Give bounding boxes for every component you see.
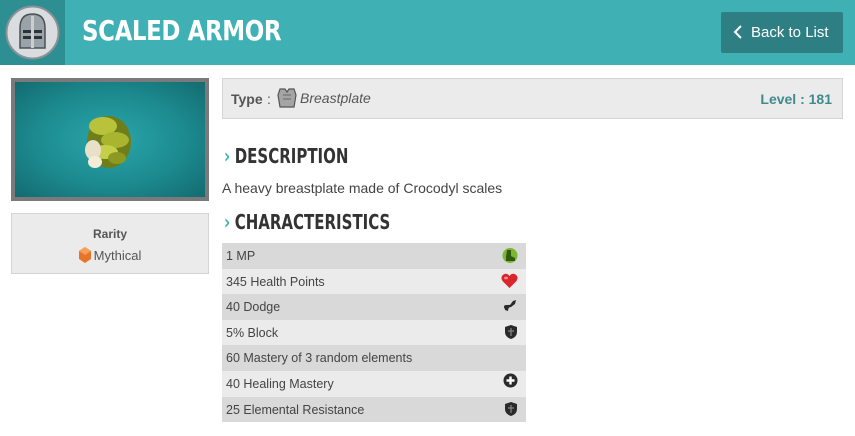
characteristic-row: 1 MP [222,243,526,269]
characteristics-heading-text: Characteristics [234,210,391,234]
type-label: Type [231,91,263,107]
characteristic-row: 345 Health Points [222,268,526,295]
item-image [15,82,205,197]
characteristic-row: 40 Dodge [222,294,526,320]
back-to-list-button[interactable]: Back to List [721,12,843,53]
characteristic-text: 5% Block [226,325,279,340]
helmet-badge [0,0,65,65]
characteristic-text: 1 MP [226,249,256,263]
scaled-breastplate-icon [85,116,131,168]
characteristic-text: 40 Dodge [226,300,281,315]
heart-icon [501,273,518,288]
item-image-frame [11,78,209,201]
back-button-label: Back to List [751,24,829,41]
healing-cross-icon [503,373,518,388]
description-heading: › Description [224,144,348,168]
breastplate-icon [277,88,297,108]
type-value: Breastplate [300,90,371,106]
dodge-icon [504,300,516,312]
shield-icon [505,324,517,339]
rarity-title: Rarity [92,227,127,241]
chevron-right-icon: › [224,144,231,168]
characteristics-heading: › Characteristics [224,210,390,234]
rarity-value-row: Mythical [12,247,208,263]
page-title: Scaled Armor [82,14,282,47]
mp-boot-icon [502,248,518,263]
knight-helmet-icon [5,5,60,60]
type-bar: Type : Breastplate Level : 181 [222,78,843,119]
mythical-gem-icon [78,247,91,263]
characteristic-text: 345 Health Points [226,274,325,289]
type-colon: : [267,91,271,107]
characteristic-text: 25 Elemental Resistance [226,402,365,417]
characteristic-text: 60 Mastery of 3 random elements [226,351,413,366]
page-header: Scaled Armor Back to List [0,0,855,65]
item-level: Level : 181 [760,91,832,107]
characteristic-row: 60 Mastery of 3 random elements [222,345,526,371]
characteristics-table: 1 MP 345 Health Points 40 Dodge 5% Block… [222,243,526,423]
characteristic-row: 25 Elemental Resistance [222,396,526,423]
characteristic-row: 5% Block [222,319,526,346]
shield-icon [505,401,517,416]
description-text: A heavy breastplate made of Crocodyl sca… [222,180,503,196]
characteristic-text: 40 Healing Mastery [226,376,334,391]
rarity-value: Mythical [93,248,142,263]
chevron-right-icon: › [224,210,231,234]
rarity-panel: Rarity Mythical [11,213,209,274]
characteristic-row: 40 Healing Mastery [222,370,526,397]
description-heading-text: Description [234,144,349,168]
chevron-left-icon [733,25,742,39]
